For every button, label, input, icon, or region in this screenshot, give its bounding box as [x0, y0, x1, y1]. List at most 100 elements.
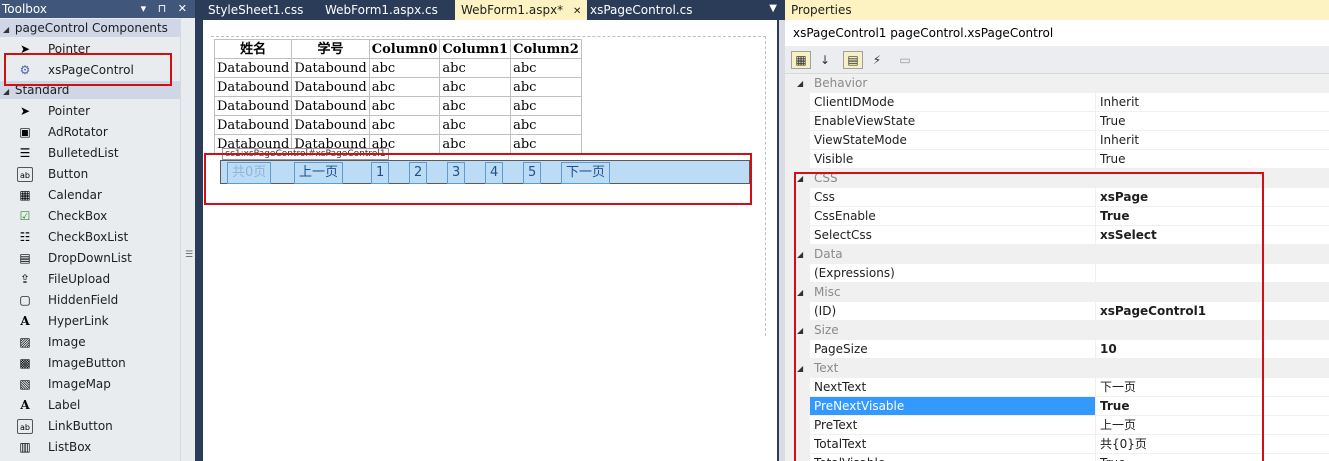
grid-cell: abc [510, 77, 582, 97]
grid-cell: abc [368, 77, 441, 97]
table-row: Databound Databound abc abc abc [213, 77, 582, 97]
grid-cell: abc [510, 58, 582, 78]
toolbox-item-label[interactable]: A Label [0, 395, 180, 416]
highlight-box-pager [204, 153, 752, 205]
toolbox-item-label: FileUpload [48, 272, 111, 286]
adrotator-icon: ▣ [19, 125, 31, 139]
properties-icon[interactable]: ▤ [843, 51, 863, 69]
toolbox-item-label: ListBox [48, 440, 92, 454]
toolbox-item-adrotator[interactable]: ▣ AdRotator [0, 122, 180, 143]
categorized-icon[interactable]: ▦ [791, 51, 811, 69]
toolbox-item-imagemap[interactable]: ▧ ImageMap [0, 374, 180, 395]
toolbox-item-label: BulletedList [48, 146, 119, 160]
property-name: EnableViewState [810, 112, 1096, 131]
property-category-label: Behavior [814, 76, 868, 90]
object-name: xsPageControl1 [793, 26, 887, 40]
toolbox-item-bulletedlist[interactable]: ☰ BulletedList [0, 143, 180, 164]
toolbox-item-label: Calendar [48, 188, 102, 202]
grid-cell: Databound [291, 96, 370, 116]
toolbox-item-hiddenfield[interactable]: ▢ HiddenField [0, 290, 180, 311]
property-row[interactable]: Visible True [785, 150, 1329, 169]
property-value[interactable]: Inherit [1096, 131, 1329, 150]
tab-stylesheet1-css[interactable]: StyleSheet1.css [202, 0, 309, 20]
grid-cell: abc [439, 115, 512, 135]
property-pages-icon[interactable]: ▭ [895, 51, 915, 69]
tab-webform1-aspx[interactable]: WebForm1.aspx* ✕ [455, 0, 588, 20]
toolbox-item-listbox[interactable]: ▥ ListBox [0, 437, 180, 458]
highlight-box-toolbox-item [4, 53, 172, 86]
property-gutter [785, 150, 810, 169]
property-name: ViewStateMode [810, 131, 1096, 150]
events-icon[interactable]: ⚡ [867, 51, 887, 69]
hidden-field-icon: ▢ [19, 293, 31, 307]
tab-label: StyleSheet1.css [208, 3, 304, 17]
toolbox-window-controls[interactable]: ▾ ⊓ ✕ [141, 0, 191, 18]
toolbox-item-button[interactable]: ab Button [0, 164, 180, 185]
design-surface[interactable]: 姓名 学号 Column0 Column1 Column2 Databound Datab… [203, 20, 777, 461]
grid-cell: abc [439, 96, 512, 116]
properties-title: Properties [791, 3, 852, 17]
tab-xspagecontrol-cs[interactable]: xsPageControl.cs [584, 0, 698, 20]
property-name: Visible [810, 150, 1096, 169]
property-row[interactable]: EnableViewState True [785, 112, 1329, 131]
property-value[interactable]: Inherit [1096, 93, 1329, 112]
properties-title-bar: Properties [785, 0, 1329, 20]
grid-header-cell: 姓名 [213, 39, 293, 59]
close-icon[interactable]: ✕ [573, 6, 581, 17]
chevron-down-icon[interactable]: ▼ [769, 3, 777, 14]
grid-cell: abc [510, 134, 582, 154]
property-gutter [785, 131, 810, 150]
properties-toolbar: ▦ ↓ ▤ ⚡ ▭ [785, 46, 1329, 74]
toolbox-item-label: HiddenField [48, 293, 119, 307]
toolbox-group-pagecontrol[interactable]: ◢ pageControl Components [0, 19, 180, 37]
grid-cell: abc [439, 58, 512, 78]
toolbox-item-label: AdRotator [48, 125, 108, 139]
toolbox-item-pointer[interactable]: ➤ Pointer [0, 101, 180, 122]
grid-cell: Databound [291, 77, 370, 97]
toolbox-scrollbar[interactable] [180, 18, 195, 461]
toolbox-item-calendar[interactable]: ▦ Calendar [0, 185, 180, 206]
toolbox-item-image[interactable]: ▨ Image [0, 332, 180, 353]
toolbox-item-hyperlink[interactable]: A HyperLink [0, 311, 180, 332]
toolbox-item-linkbutton[interactable]: ab LinkButton [0, 416, 180, 437]
collapse-triangle-icon[interactable]: ◢ [797, 74, 803, 93]
tab-webform1-aspx-cs[interactable]: WebForm1.aspx.cs [319, 0, 444, 20]
toolbox-item-label: Button [48, 167, 89, 181]
grid-header-cell: Column0 [368, 39, 441, 59]
button-icon: ab [17, 167, 33, 182]
grid-cell: abc [510, 115, 582, 135]
grid-cell: Databound [213, 77, 293, 97]
property-row[interactable]: ClientIDMode Inherit [785, 93, 1329, 112]
toolbox-item-dropdownlist[interactable]: ▤ DropDownList [0, 248, 180, 269]
toolbox-title: Toolbox [2, 2, 47, 16]
grid-cell: Databound [213, 58, 293, 78]
toolbox-item-checkboxlist[interactable]: ☷ CheckBoxList [0, 227, 180, 248]
object-type: pageControl.xsPageControl [890, 26, 1054, 40]
toolbox-item-imagebutton[interactable]: ▩ ImageButton [0, 353, 180, 374]
property-value[interactable]: True [1096, 112, 1329, 131]
document-tab-strip: StyleSheet1.css WebForm1.aspx.cs WebForm… [195, 0, 785, 20]
splitter-grip-icon[interactable]: ☰ [185, 250, 193, 260]
grid-cell: abc [368, 115, 441, 135]
listbox-icon: ▥ [19, 440, 31, 454]
calendar-icon: ▦ [19, 188, 31, 202]
toolbox-item-label: DropDownList [48, 251, 132, 265]
table-row: Databound Databound abc abc abc [213, 115, 582, 135]
tab-label: WebForm1.aspx* [461, 3, 564, 17]
property-category[interactable]: ◢ Behavior [785, 74, 1329, 93]
gridview-table[interactable]: 姓名 学号 Column0 Column1 Column2 Databound Datab… [213, 39, 582, 154]
object-selector[interactable]: xsPageControl1 pageControl.xsPageControl [785, 20, 1329, 46]
highlight-box-properties [794, 172, 1264, 461]
property-gutter [785, 93, 810, 112]
toolbox-item-label: Pointer [48, 104, 91, 118]
grid-cell: abc [510, 96, 582, 116]
toolbox-item-fileupload[interactable]: ⇪ FileUpload [0, 269, 180, 290]
toolbox-item-checkbox[interactable]: ☑ CheckBox [0, 206, 180, 227]
grid-header-cell: 学号 [291, 39, 370, 59]
property-row[interactable]: ViewStateMode Inherit [785, 131, 1329, 150]
property-value[interactable]: True [1096, 150, 1329, 169]
checkbox-icon: ☑ [19, 209, 31, 223]
table-row: Databound Databound abc abc abc [213, 96, 582, 116]
alphabetical-icon[interactable]: ↓ [815, 51, 835, 69]
editor-panel: StyleSheet1.css WebForm1.aspx.cs WebForm… [195, 0, 785, 461]
